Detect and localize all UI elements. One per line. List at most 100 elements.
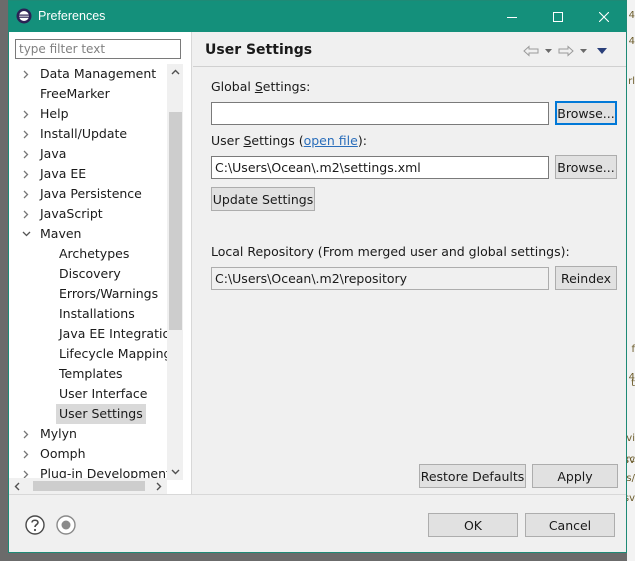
apply-button[interactable]: Apply <box>532 464 618 488</box>
global-browse-button[interactable]: Browse... <box>555 101 617 125</box>
tree-item-label: FreeMarker <box>40 86 110 101</box>
tree-item-label: JavaScript <box>40 206 103 221</box>
dropdown-arrow-icon <box>544 49 552 53</box>
tree-item-label: Installations <box>59 306 135 321</box>
record-icon[interactable] <box>56 515 76 535</box>
help-icon[interactable] <box>25 515 45 535</box>
update-settings-button[interactable]: Update Settings <box>211 187 315 211</box>
tree-item[interactable]: Oomph <box>9 444 167 464</box>
tree-item[interactable]: Discovery <box>9 264 167 284</box>
tree-item[interactable]: User Interface <box>9 384 167 404</box>
page-title: User Settings <box>205 42 313 58</box>
tree-item[interactable]: Errors/Warnings <box>9 284 167 304</box>
tree-item-label: Data Management <box>40 66 157 81</box>
tree-item-label: Errors/Warnings <box>59 286 159 301</box>
edge-fragment: 4 <box>628 36 635 47</box>
tree-item[interactable]: Help <box>9 104 167 124</box>
preference-tree: Data Management FreeMarker Help Install/Upd… <box>9 64 167 480</box>
scroll-left-button[interactable] <box>9 478 25 494</box>
tree-item-label: Oomph <box>40 446 86 461</box>
cancel-button[interactable]: Cancel <box>525 513 615 537</box>
forward-arrow-icon <box>558 45 574 57</box>
forward-button[interactable] <box>556 42 576 60</box>
tree-item[interactable]: Java EE Integration <box>9 324 167 344</box>
tree-item[interactable]: User Settings <box>9 404 167 424</box>
reindex-button[interactable]: Reindex <box>555 266 617 290</box>
tree-item[interactable]: JavaScript <box>9 204 167 224</box>
scroll-thumb[interactable] <box>33 481 145 491</box>
edge-fragment: 4 <box>628 10 635 21</box>
dropdown-arrow-icon <box>579 49 587 53</box>
tree-item[interactable]: Templates <box>9 364 167 384</box>
tree-item[interactable]: Java <box>9 144 167 164</box>
tree-item[interactable]: Archetypes <box>9 244 167 264</box>
local-repository-label: Local Repository (From merged user and g… <box>211 244 570 259</box>
tree-item[interactable]: Java EE <box>9 164 167 184</box>
scroll-up-button[interactable] <box>167 64 183 80</box>
chevron-right-icon <box>156 482 162 490</box>
tree-vertical-scrollbar[interactable] <box>167 64 183 480</box>
chevron-right-icon[interactable] <box>21 144 31 164</box>
chevron-down-icon <box>171 469 179 475</box>
tree-item[interactable]: Mylyn <box>9 424 167 444</box>
back-button[interactable] <box>521 42 541 60</box>
scroll-thumb[interactable] <box>169 112 182 330</box>
tree-item-label: Lifecycle Mapping <box>59 346 167 361</box>
filter-input[interactable] <box>15 39 181 59</box>
edge-fragment: rl <box>628 76 635 87</box>
tree-item[interactable]: Data Management <box>9 64 167 84</box>
ok-button[interactable]: OK <box>428 513 518 537</box>
tree-item-label: Install/Update <box>40 126 128 141</box>
scroll-right-button[interactable] <box>151 478 167 494</box>
title-bar[interactable]: Preferences <box>9 1 626 32</box>
chevron-right-icon[interactable] <box>21 204 31 224</box>
forward-dropdown[interactable] <box>578 42 588 60</box>
tree-item-label: User Settings <box>56 404 146 424</box>
tree-item-label: Help <box>40 106 69 121</box>
tree-item[interactable]: Install/Update <box>9 124 167 144</box>
view-menu-button[interactable] <box>595 42 609 60</box>
tree-item-label: Discovery <box>59 266 121 281</box>
tree-item[interactable]: Java Persistence <box>9 184 167 204</box>
edge-fragment: vi <box>626 433 635 444</box>
tree-item[interactable]: Lifecycle Mapping <box>9 344 167 364</box>
user-settings-label: User Settings (open file): <box>211 133 367 148</box>
open-file-link[interactable]: open file <box>304 133 358 148</box>
tree-item[interactable]: Installations <box>9 304 167 324</box>
chevron-right-icon[interactable] <box>21 424 31 444</box>
local-repository-input[interactable] <box>211 267 549 290</box>
chevron-left-icon <box>14 482 20 490</box>
chevron-right-icon[interactable] <box>21 124 31 144</box>
global-settings-input[interactable] <box>211 102 549 125</box>
tree-item-label: Java EE Integration <box>59 326 167 341</box>
close-icon <box>599 11 609 22</box>
chevron-right-icon[interactable] <box>21 104 31 124</box>
preferences-dialog: Preferences Data Management FreeMarker Hel… <box>8 0 627 553</box>
chevron-right-icon[interactable] <box>21 164 31 184</box>
back-dropdown[interactable] <box>543 42 553 60</box>
page-navigation <box>521 42 621 60</box>
tree-item[interactable]: Maven <box>9 224 167 244</box>
chevron-down-icon[interactable] <box>21 224 31 244</box>
back-arrow-icon <box>523 45 539 57</box>
user-settings-input[interactable] <box>211 156 549 179</box>
window-title: Preferences <box>38 9 106 23</box>
tree-item-label: Maven <box>40 226 82 241</box>
chevron-right-icon[interactable] <box>21 444 31 464</box>
restore-defaults-button[interactable]: Restore Defaults <box>419 464 526 488</box>
tree-item-label: User Interface <box>59 386 148 401</box>
chevron-right-icon[interactable] <box>21 184 31 204</box>
user-browse-button[interactable]: Browse... <box>555 155 617 179</box>
title-separator <box>193 66 626 67</box>
eclipse-icon <box>16 8 32 24</box>
maximize-icon <box>553 11 563 22</box>
tree-item[interactable]: FreeMarker <box>9 84 167 104</box>
dialog-button-bar: OK Cancel <box>9 494 626 552</box>
scroll-down-button[interactable] <box>167 464 183 480</box>
chevron-right-icon[interactable] <box>21 64 31 84</box>
minimize-button[interactable] <box>489 1 535 32</box>
close-button[interactable] <box>581 1 627 32</box>
maximize-button[interactable] <box>535 1 581 32</box>
edge-fragment: s/ <box>626 473 635 484</box>
tree-horizontal-scrollbar[interactable] <box>9 478 167 494</box>
